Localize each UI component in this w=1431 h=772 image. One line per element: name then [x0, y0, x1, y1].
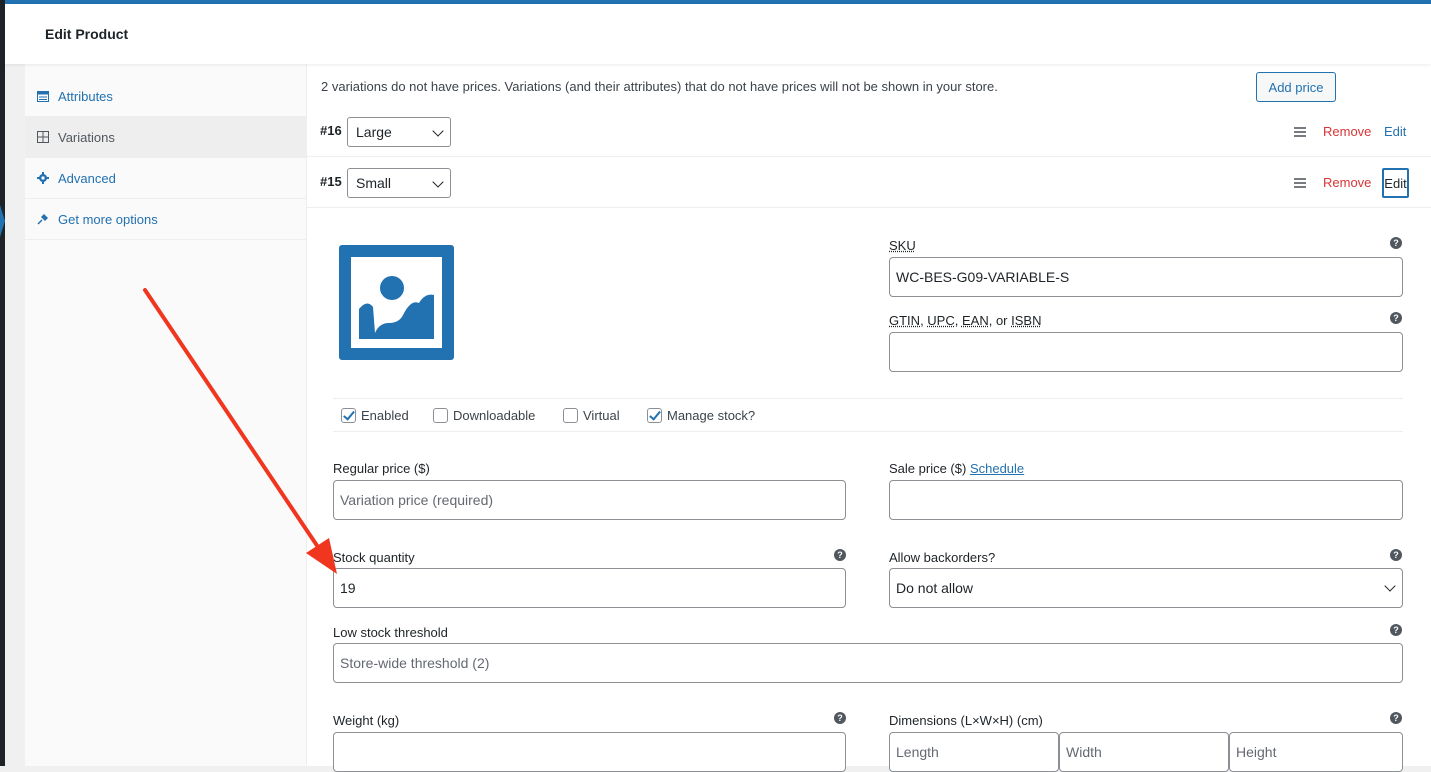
tab-advanced-label: Advanced	[58, 171, 116, 186]
tab-attributes-label: Attributes	[58, 89, 113, 104]
backorders-select[interactable]: Do not allow	[889, 568, 1403, 608]
length-field[interactable]: Length	[889, 732, 1059, 772]
chevron-down-icon	[432, 125, 443, 136]
drag-handle-icon[interactable]	[1294, 178, 1306, 190]
variation-row-15: #15 Small Remove Edit	[307, 158, 1431, 208]
edit-variation-link[interactable]: Edit	[1382, 168, 1409, 198]
stock-quantity-field[interactable]: 19	[333, 568, 846, 608]
manage-stock-checkbox[interactable]: Manage stock?	[647, 408, 755, 423]
image-placeholder-icon	[351, 257, 442, 348]
variation-number: #15	[320, 174, 342, 189]
regular-price-label: Regular price ($)	[333, 461, 430, 476]
tab-get-more-options[interactable]: Get more options	[25, 199, 306, 240]
tab-variations-label: Variations	[58, 130, 115, 145]
variations-panel: 2 variations do not have prices. Variati…	[307, 64, 1431, 766]
table-icon	[36, 89, 50, 103]
enabled-checkbox[interactable]: Enabled	[341, 408, 409, 423]
add-price-button[interactable]: Add price	[1256, 72, 1336, 102]
drag-handle-icon[interactable]	[1294, 127, 1306, 139]
regular-price-field[interactable]: Variation price (required)	[333, 480, 846, 520]
low-stock-label: Low stock threshold	[333, 625, 448, 640]
tab-get-more-options-label: Get more options	[58, 212, 158, 227]
virtual-checkbox[interactable]: Virtual	[563, 408, 620, 423]
sku-label: SKU	[889, 238, 916, 253]
product-data-tabs: Attributes Variations Advanced Get more …	[25, 64, 307, 766]
checkbox-icon	[563, 408, 578, 423]
low-stock-field[interactable]: Store-wide threshold (2)	[333, 643, 1403, 683]
width-field[interactable]: Width	[1059, 732, 1229, 772]
height-field[interactable]: Height	[1229, 732, 1403, 772]
variation-row-16: #16 Large Remove Edit	[307, 107, 1431, 157]
chevron-down-icon	[1384, 580, 1395, 591]
downloadable-checkbox[interactable]: Downloadable	[433, 408, 535, 423]
page-header: Edit Product	[5, 4, 1431, 64]
gtin-label: GTIN, UPC, EAN, or ISBN	[889, 313, 1041, 328]
sale-price-label: Sale price ($) Schedule	[889, 461, 1024, 476]
plugin-icon	[36, 212, 50, 226]
weight-field[interactable]	[333, 732, 846, 772]
missing-prices-notice: 2 variations do not have prices. Variati…	[321, 79, 998, 94]
checkbox-icon	[433, 408, 448, 423]
schedule-link[interactable]: Schedule	[970, 461, 1024, 476]
help-icon[interactable]: ?	[1390, 624, 1402, 636]
dimensions-label: Dimensions (L×W×H) (cm)	[889, 713, 1043, 728]
help-icon[interactable]: ?	[1390, 237, 1402, 249]
tab-attributes[interactable]: Attributes	[25, 76, 306, 117]
dimensions-group: Length Width Height	[889, 732, 1403, 772]
checkbox-checked-icon	[647, 408, 662, 423]
remove-variation-link[interactable]: Remove	[1323, 175, 1371, 190]
edit-variation-link[interactable]: Edit	[1384, 124, 1406, 139]
chevron-down-icon	[432, 176, 443, 187]
sku-field[interactable]: WC-BES-G09-VARIABLE-S	[889, 257, 1403, 297]
stock-quantity-label: Stock quantity	[333, 550, 415, 565]
variation-attribute-value: Large	[356, 124, 392, 140]
help-icon[interactable]: ?	[834, 549, 846, 561]
variation-attribute-value: Small	[356, 175, 391, 191]
help-icon[interactable]: ?	[834, 712, 846, 724]
help-icon[interactable]: ?	[1390, 312, 1402, 324]
weight-label: Weight (kg)	[333, 713, 399, 728]
help-icon[interactable]: ?	[1390, 712, 1402, 724]
variation-number: #16	[320, 123, 342, 138]
gtin-field[interactable]	[889, 332, 1403, 372]
tab-variations[interactable]: Variations	[25, 117, 306, 158]
tab-advanced[interactable]: Advanced	[25, 158, 306, 199]
variation-image-upload[interactable]	[339, 245, 454, 360]
backorders-label: Allow backorders?	[889, 550, 995, 565]
gear-icon	[36, 171, 50, 185]
help-icon[interactable]: ?	[1390, 549, 1402, 561]
variation-attribute-select[interactable]: Small	[347, 168, 451, 198]
backorders-value: Do not allow	[896, 580, 973, 596]
sale-price-field[interactable]	[889, 480, 1403, 520]
grid-icon	[36, 130, 50, 144]
variation-options-row: Enabled Downloadable Virtual Manage stoc…	[333, 398, 1403, 432]
checkbox-checked-icon	[341, 408, 356, 423]
page-title: Edit Product	[45, 26, 128, 42]
remove-variation-link[interactable]: Remove	[1323, 124, 1371, 139]
variation-attribute-select[interactable]: Large	[347, 117, 451, 147]
